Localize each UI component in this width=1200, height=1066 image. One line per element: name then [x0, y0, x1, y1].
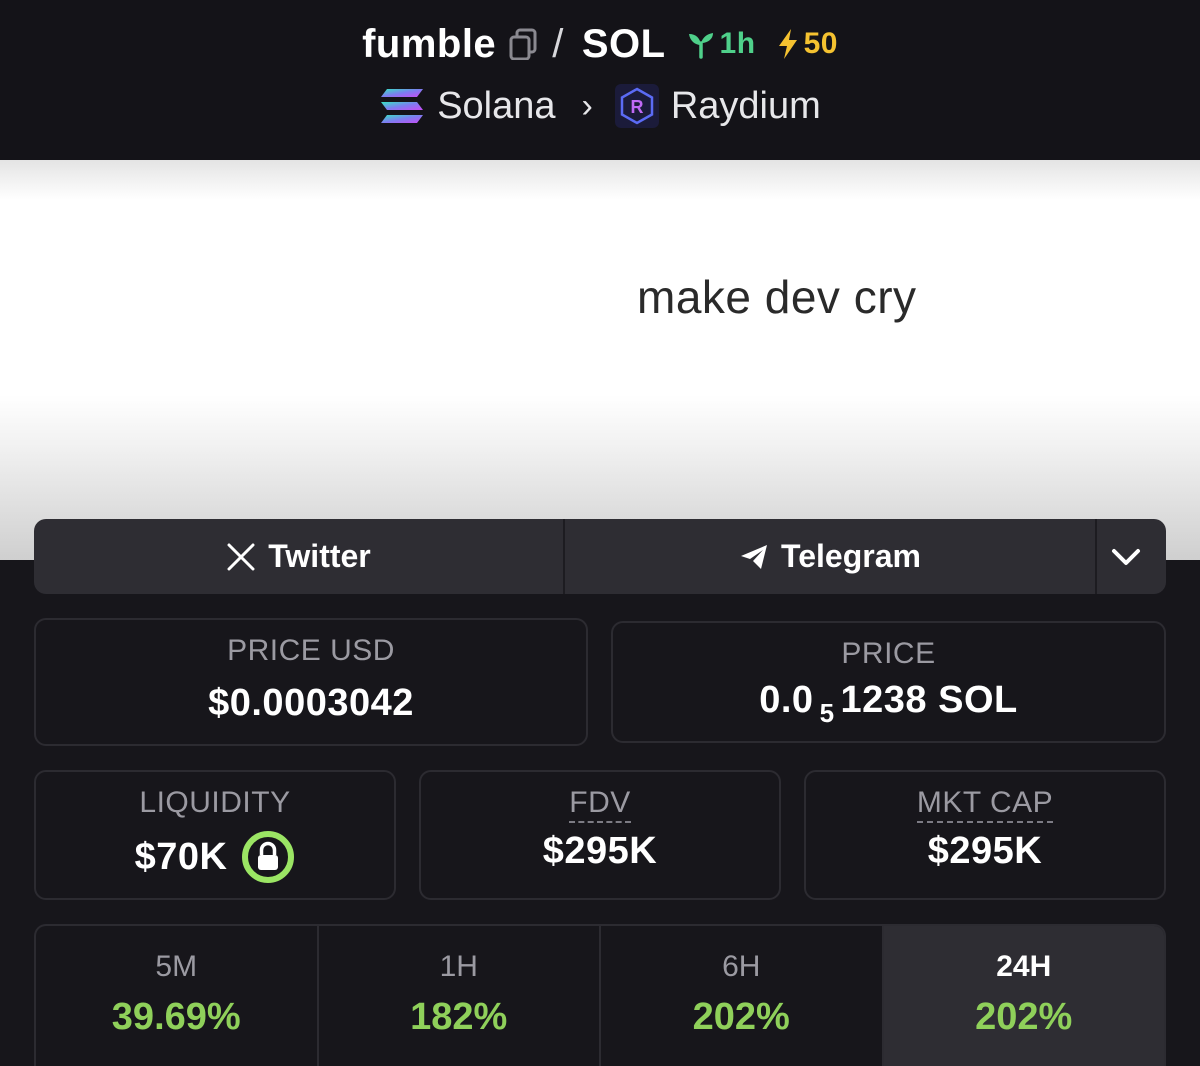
pair-title: fumble / SOL 1h 50 [0, 16, 1200, 72]
tab-value: 39.69% [111, 996, 241, 1038]
price-usd-box: PRICE USD $0.0003042 [34, 618, 588, 746]
fdv-label[interactable]: FDV [569, 786, 631, 823]
mktcap-label[interactable]: MKT CAP [916, 786, 1054, 823]
pair-separator: / [552, 21, 564, 66]
svg-text:R: R [630, 97, 643, 117]
boost-value: 50 [803, 27, 838, 60]
price-prefix: 0.0 [759, 679, 814, 721]
tab-label: 1H [439, 950, 478, 983]
tab-1h[interactable]: 1H 182% [319, 926, 601, 1066]
mktcap-value: $295K [927, 830, 1043, 872]
copy-icon[interactable] [508, 28, 538, 60]
tab-24h[interactable]: 24H 202% [883, 926, 1164, 1066]
telegram-icon [739, 543, 781, 571]
solana-logo [379, 86, 425, 126]
lightning-icon [776, 28, 800, 60]
lock-icon[interactable] [241, 830, 295, 884]
price-change-tabs: 5M 39.69% 1H 182% 6H 202% 24H 202% [34, 924, 1166, 1066]
pair-header: fumble / SOL 1h 50 Solana › R Raydium [0, 0, 1200, 160]
price-suffix: 1238 SOL [840, 679, 1018, 721]
liquidity-row: $70K [36, 830, 394, 884]
age-value: 1h [719, 27, 756, 60]
boost-badge[interactable]: 50 [776, 27, 838, 61]
telegram-label: Telegram [781, 538, 921, 574]
quote-symbol: SOL [581, 21, 666, 66]
liquidity-label: LIQUIDITY [139, 786, 291, 819]
telegram-button[interactable]: Telegram [565, 519, 1097, 594]
more-links-button[interactable] [1097, 519, 1166, 594]
price-label: PRICE [841, 637, 936, 670]
liquidity-box: LIQUIDITY $70K [34, 770, 396, 900]
banner-text: make dev cry [637, 271, 917, 323]
tab-value: 182% [410, 996, 508, 1038]
price-native-box: PRICE 0.0 5 1238 SOL [611, 621, 1166, 743]
price-usd-label: PRICE USD [227, 634, 395, 667]
breadcrumb: Solana › R Raydium [0, 80, 1200, 132]
token-banner: make dev cry [0, 160, 1200, 560]
twitter-button[interactable]: Twitter [34, 519, 565, 594]
price-native-value: 0.0 5 1238 SOL [613, 679, 1164, 728]
x-icon [226, 542, 268, 572]
tab-label: 5M [155, 950, 198, 983]
price-subscript: 5 [819, 698, 835, 728]
raydium-logo: R [614, 84, 659, 128]
chain-link[interactable]: Solana [437, 85, 555, 128]
chevron-down-icon [1111, 547, 1153, 567]
twitter-label: Twitter [268, 538, 371, 574]
fdv-box: FDV $295K [419, 770, 781, 900]
fdv-value: $295K [542, 830, 658, 872]
dex-link[interactable]: Raydium [671, 85, 821, 128]
tab-5m[interactable]: 5M 39.69% [36, 926, 319, 1066]
token-symbol: fumble [362, 21, 497, 66]
liquidity-value: $70K [134, 835, 228, 878]
tab-label: 6H [722, 950, 761, 983]
mktcap-box: MKT CAP $295K [804, 770, 1166, 900]
tab-label: 24H [996, 950, 1052, 983]
social-links: Twitter Telegram [34, 519, 1166, 594]
price-usd-value: $0.0003042 [208, 682, 414, 724]
tab-6h[interactable]: 6H 202% [601, 926, 884, 1066]
tab-value: 202% [692, 996, 790, 1038]
pair-age: 1h [686, 27, 756, 61]
sprout-icon [686, 29, 716, 59]
breadcrumb-chevron-icon: › [581, 86, 593, 125]
tab-value: 202% [975, 996, 1073, 1038]
